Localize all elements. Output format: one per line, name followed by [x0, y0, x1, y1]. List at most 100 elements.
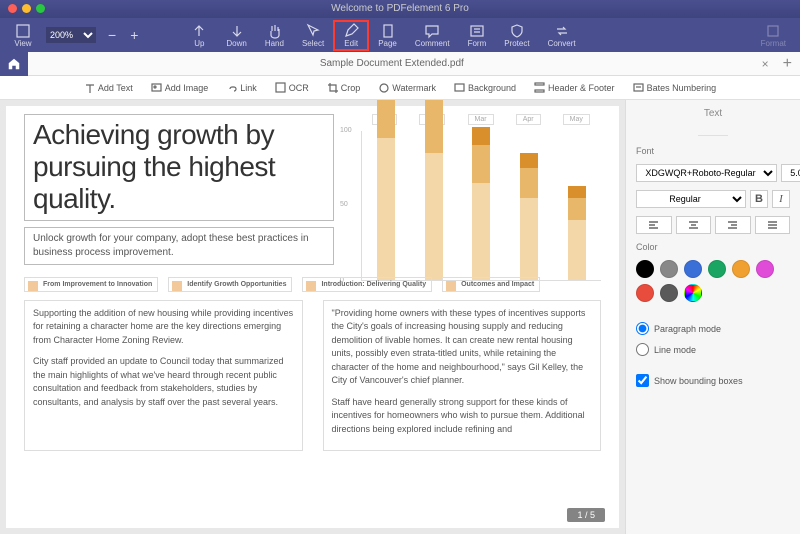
window-titlebar: Welcome to PDFelement 6 Pro	[0, 0, 800, 18]
font-size-select[interactable]: 5.0	[781, 164, 800, 182]
font-family-select[interactable]: XDGWQR+Roboto-Regular	[636, 164, 777, 182]
section-tag[interactable]: Outcomes and Impact	[442, 277, 540, 292]
edit-icon	[343, 23, 359, 39]
show-bounding-checkbox[interactable]: Show bounding boxes	[636, 374, 790, 387]
tab-close[interactable]: ×	[756, 57, 775, 71]
hand-button[interactable]: Hand	[257, 21, 292, 50]
edit-subtoolbar: Add Text Add Image Link OCR Crop Waterma…	[0, 76, 800, 100]
close-window[interactable]	[8, 4, 17, 13]
bates-button[interactable]: Bates Numbering	[629, 80, 721, 95]
color-swatch[interactable]	[732, 260, 750, 278]
hand-icon	[266, 23, 282, 39]
chart-bar	[568, 186, 586, 281]
comment-button[interactable]: Comment	[407, 21, 458, 50]
color-swatch[interactable]	[684, 260, 702, 278]
panel-title: Text	[636, 108, 790, 119]
text-icon	[84, 82, 95, 93]
zoom-window[interactable]	[36, 4, 45, 13]
line-mode-radio[interactable]: Line mode	[636, 343, 790, 356]
form-button[interactable]: Form	[460, 21, 495, 50]
page-indicator: 1 / 5	[567, 508, 605, 522]
text-column-left[interactable]: Supporting the addition of new housing w…	[24, 300, 303, 452]
crop-icon	[327, 82, 338, 93]
add-text-button[interactable]: Add Text	[80, 80, 137, 95]
section-tag[interactable]: From Improvement to Innovation	[24, 277, 158, 292]
subhead-box[interactable]: Unlock growth for your company, adopt th…	[24, 227, 334, 265]
section-tag[interactable]: Introduction: Delivering Quality	[302, 277, 432, 292]
paragraph-mode-radio[interactable]: Paragraph mode	[636, 322, 790, 335]
view-icon	[15, 23, 31, 39]
color-swatch[interactable]	[660, 260, 678, 278]
header-footer-button[interactable]: Header & Footer	[530, 80, 619, 95]
convert-icon	[554, 23, 570, 39]
format-button: Format	[753, 21, 794, 50]
chart-category: Apr	[516, 114, 541, 125]
font-label: Font	[636, 146, 790, 156]
view-label: View	[14, 39, 31, 48]
minimize-window[interactable]	[22, 4, 31, 13]
align-justify-button[interactable]	[755, 216, 791, 234]
edit-button[interactable]: Edit	[334, 21, 368, 50]
color-swatch[interactable]	[756, 260, 774, 278]
background-button[interactable]: Background	[450, 80, 520, 95]
color-swatch[interactable]	[636, 284, 654, 302]
document-canvas[interactable]: Achieving growth by pursuing the highest…	[0, 100, 625, 534]
chart-category: May	[563, 114, 590, 125]
crop-button[interactable]: Crop	[323, 80, 365, 95]
color-swatch[interactable]	[636, 260, 654, 278]
ocr-button[interactable]: OCR	[271, 80, 313, 95]
chart-bar	[520, 153, 538, 281]
italic-button[interactable]: I	[772, 190, 790, 208]
add-image-button[interactable]: Add Image	[147, 80, 213, 95]
comment-icon	[424, 23, 440, 39]
zoom-in[interactable]: +	[124, 27, 144, 43]
pdf-page: Achieving growth by pursuing the highest…	[6, 106, 619, 528]
format-icon	[765, 23, 781, 39]
headline-box[interactable]: Achieving growth by pursuing the highest…	[24, 114, 334, 221]
link-button[interactable]: Link	[222, 80, 261, 95]
font-weight-select[interactable]: Regular	[636, 190, 746, 208]
chart-bar	[377, 100, 395, 280]
new-tab[interactable]: +	[775, 55, 800, 73]
view-button[interactable]: View	[6, 21, 40, 50]
home-tab[interactable]	[0, 52, 28, 76]
form-icon	[469, 23, 485, 39]
down-button[interactable]: Down	[218, 21, 254, 50]
chart-bar	[425, 100, 443, 280]
watermark-button[interactable]: Watermark	[374, 80, 440, 95]
ytick: 100	[340, 127, 352, 134]
document-tab[interactable]: Sample Document Extended.pdf	[28, 58, 756, 69]
color-swatch[interactable]	[708, 260, 726, 278]
bar-chart: JanFebMarAprMay 100 50 0	[361, 114, 601, 294]
zoom-select[interactable]: 200%	[46, 27, 96, 43]
background-icon	[454, 82, 465, 93]
link-icon	[226, 82, 237, 93]
main-toolbar: View 200% − + Up Down Hand Select Edit P…	[0, 18, 800, 52]
ytick: 50	[340, 201, 348, 208]
select-icon	[305, 23, 321, 39]
color-label: Color	[636, 242, 790, 252]
convert-button[interactable]: Convert	[540, 21, 584, 50]
down-icon	[229, 23, 245, 39]
protect-button[interactable]: Protect	[496, 21, 537, 50]
color-swatch[interactable]	[660, 284, 678, 302]
align-right-button[interactable]	[715, 216, 751, 234]
ocr-icon	[275, 82, 286, 93]
window-title: Welcome to PDFelement 6 Pro	[331, 3, 469, 14]
page-icon	[380, 23, 396, 39]
align-center-button[interactable]	[676, 216, 712, 234]
chart-category: Mar	[468, 114, 494, 125]
text-column-right[interactable]: "Providing home owners with these types …	[323, 300, 602, 452]
align-left-button[interactable]	[636, 216, 672, 234]
page-button[interactable]: Page	[370, 21, 405, 50]
up-button[interactable]: Up	[182, 21, 216, 50]
select-button[interactable]: Select	[294, 21, 332, 50]
bold-button[interactable]: B	[750, 190, 768, 208]
chart-bar	[472, 127, 490, 280]
tab-bar: Sample Document Extended.pdf × +	[0, 52, 800, 76]
bates-icon	[633, 82, 644, 93]
zoom-out[interactable]: −	[102, 27, 122, 43]
image-icon	[151, 82, 162, 93]
color-swatch[interactable]	[684, 284, 702, 302]
section-tag[interactable]: Identify Growth Opportunities	[168, 277, 292, 292]
